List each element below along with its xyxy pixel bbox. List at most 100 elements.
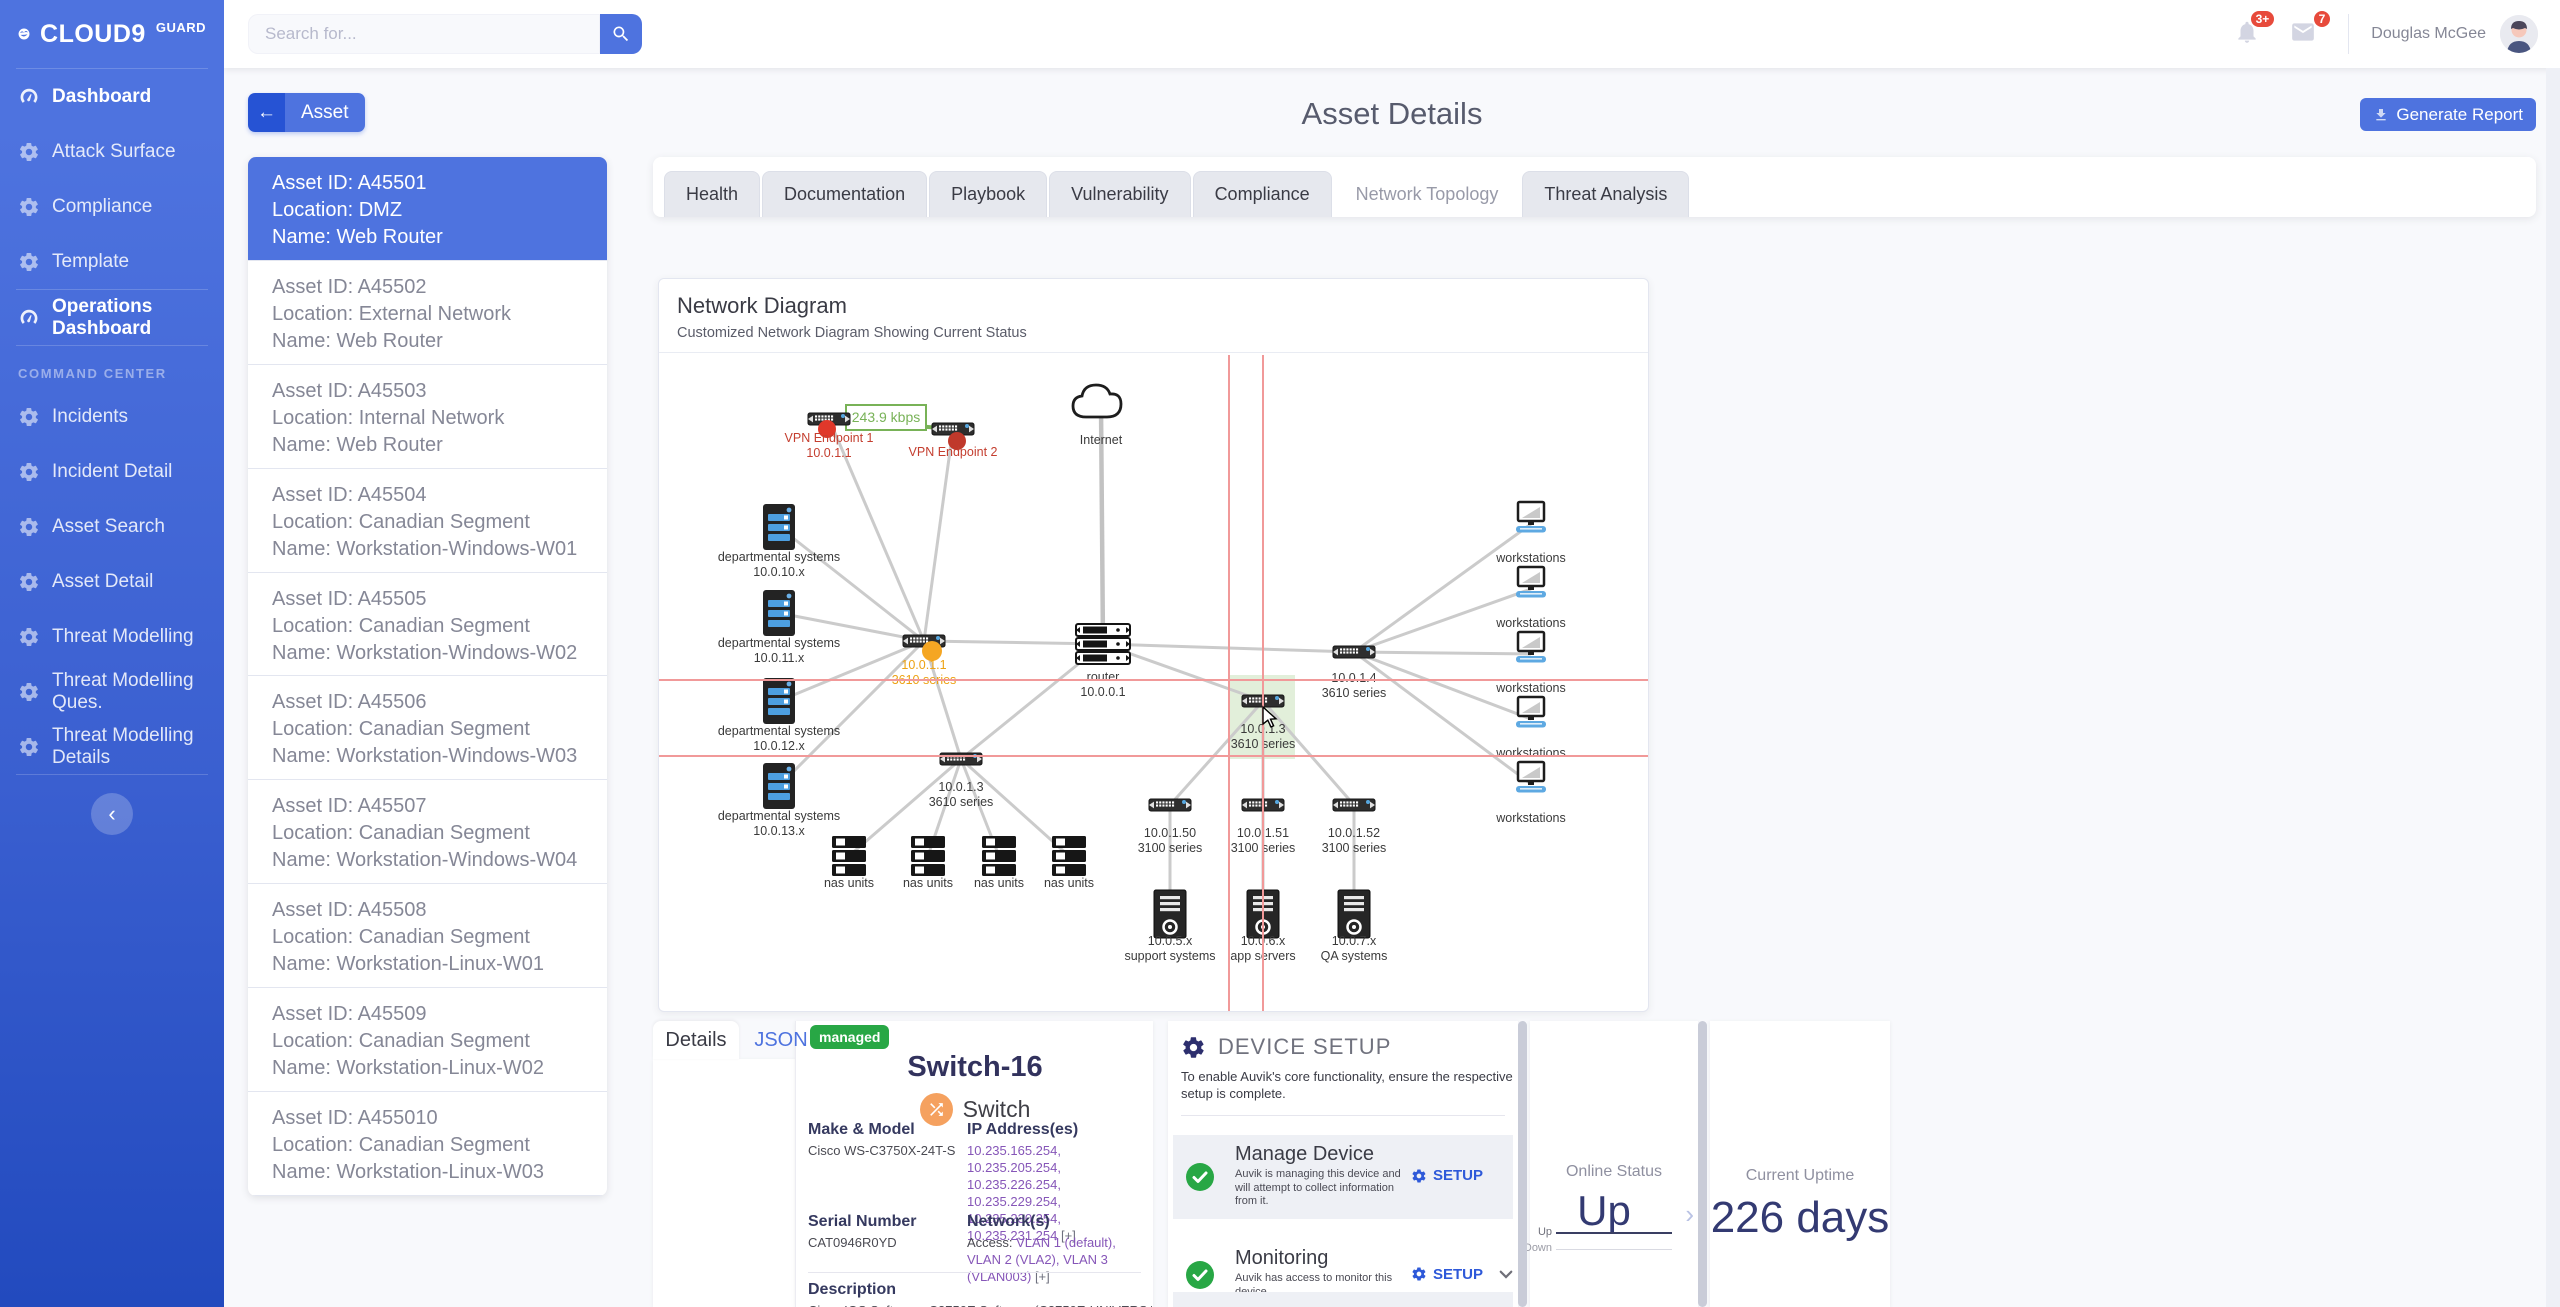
sidebar-item-dashboard[interactable]: Dashboard — [0, 69, 224, 124]
description-label: Description — [808, 1281, 897, 1298]
network-diagram-canvas[interactable]: 243.9 kbpsVPN Endpoint 110.0.1.1 VPN Endp… — [659, 279, 1648, 1011]
svg-text:workstations: workstations — [1495, 681, 1565, 695]
setup-row-partial — [1173, 1292, 1513, 1307]
online-status-label: Online Status — [1565, 1163, 1663, 1180]
svg-text:10.0.12.x: 10.0.12.x — [753, 739, 805, 753]
diagram-node-t7[interactable] — [1337, 889, 1371, 939]
sidebar-item-threat-modelling-ques-[interactable]: Threat Modelling Ques. — [0, 664, 224, 719]
sidebar: CLOUD9 GUARD Dashboard Attack Surface Comp… — [0, 0, 224, 1307]
topbar-divider — [2348, 14, 2350, 54]
search-input[interactable] — [248, 14, 600, 54]
asset-list-item[interactable]: Asset ID: A45509 Location: Canadian Segme… — [248, 988, 607, 1093]
setup-button[interactable]: SETUP — [1411, 1265, 1515, 1283]
sidebar-item-operations-dashboard[interactable]: Operations Dashboard — [0, 290, 224, 345]
panel-scrollbar[interactable] — [1698, 1021, 1707, 1307]
up-line — [1556, 1232, 1672, 1234]
chevron-down-icon[interactable] — [1497, 1265, 1515, 1283]
sidebar-item-attack-surface[interactable]: Attack Surface — [0, 124, 224, 179]
svg-text:10.0.1.1: 10.0.1.1 — [806, 446, 851, 460]
asset-id: Asset ID: A45505 — [272, 587, 427, 610]
tab-playbook[interactable]: Playbook — [929, 171, 1048, 217]
diagram-node-w2[interactable] — [1516, 565, 1546, 598]
sidebar-item-template[interactable]: Template — [0, 234, 224, 289]
asset-name: Name: Workstation-Linux-W03 — [272, 1161, 544, 1184]
diagram-node-router[interactable] — [1075, 623, 1131, 665]
panel-scrollbar[interactable] — [1518, 1021, 1527, 1307]
sidebar-section-heading: COMMAND CENTER — [18, 366, 167, 381]
sidebar-collapse-button[interactable]: ‹ — [91, 793, 133, 835]
asset-list-item[interactable]: Asset ID: A45501 Location: DMZ Name: Web R… — [248, 157, 607, 261]
setup-button[interactable]: SETUP — [1411, 1167, 1483, 1184]
check-circle-icon — [1186, 1261, 1214, 1289]
svg-text:nas units: nas units — [903, 876, 953, 890]
search-bar — [248, 14, 642, 54]
diagram-node-d12[interactable] — [763, 678, 795, 724]
tab-details[interactable]: Details — [653, 1021, 739, 1059]
sidebar-item-compliance[interactable]: Compliance — [0, 179, 224, 234]
chevron-right-icon[interactable]: › — [1685, 1199, 1694, 1230]
diagram-node-sw14[interactable] — [1332, 645, 1376, 659]
sidebar-item-threat-modelling[interactable]: Threat Modelling — [0, 609, 224, 664]
diagram-node-w1[interactable] — [1516, 500, 1546, 533]
diagram-node-w3[interactable] — [1516, 630, 1546, 663]
tab-json[interactable]: JSON — [745, 1021, 817, 1059]
tab-vulnerability[interactable]: Vulnerability — [1049, 171, 1191, 217]
messages-button[interactable]: 7 — [2290, 11, 2331, 49]
gear-icon — [1411, 1168, 1427, 1184]
device-title: Switch-16 — [907, 1051, 1043, 1083]
diagram-node-w5[interactable] — [1516, 760, 1546, 793]
asset-list-item[interactable]: Asset ID: A45505 Location: Canadian Segme… — [248, 573, 607, 677]
page-scrollbar[interactable] — [2546, 68, 2560, 1307]
asset-list-item[interactable]: Asset ID: A455010 Location: Canadian Segm… — [248, 1092, 607, 1196]
avatar[interactable] — [2500, 15, 2538, 53]
svg-text:10.0.0.1: 10.0.0.1 — [1080, 685, 1125, 699]
diagram-node-n3[interactable] — [982, 836, 1016, 876]
tab-documentation[interactable]: Documentation — [762, 171, 928, 217]
tab-network-topology[interactable]: Network Topology — [1333, 171, 1521, 217]
diagram-node-t5[interactable] — [1153, 889, 1187, 939]
diagram-node-n1[interactable] — [832, 836, 866, 876]
sidebar-item-asset-search[interactable]: Asset Search — [0, 499, 224, 554]
tab-threat-analysis[interactable]: Threat Analysis — [1522, 171, 1690, 217]
search-button[interactable] — [600, 14, 642, 54]
asset-list-item[interactable]: Asset ID: A45502 Location: External Netwo… — [248, 261, 607, 365]
sidebar-item-asset-detail[interactable]: Asset Detail — [0, 554, 224, 609]
generate-report-button[interactable]: Generate Report — [2360, 98, 2536, 131]
tab-health[interactable]: Health — [664, 171, 761, 217]
asset-list-item[interactable]: Asset ID: A45504 Location: Canadian Segme… — [248, 469, 607, 573]
asset-list-item[interactable]: Asset ID: A45507 Location: Canadian Segme… — [248, 780, 607, 885]
diagram-node-n4[interactable] — [1052, 836, 1086, 876]
asset-id: Asset ID: A455010 — [272, 1107, 438, 1130]
diagram-node-cloud[interactable] — [1071, 383, 1123, 419]
serial-number-value: CAT0946R0YD — [808, 1235, 897, 1250]
sidebar-item-threat-modelling-details[interactable]: Threat Modelling Details — [0, 719, 224, 774]
tab-compliance[interactable]: Compliance — [1192, 171, 1332, 217]
diagram-node-sw3b[interactable] — [939, 752, 983, 766]
asset-id: Asset ID: A45501 — [272, 172, 427, 194]
generate-report-label: Generate Report — [2396, 104, 2523, 124]
make-model-value: Cisco WS-C3750X-24T-S — [808, 1143, 956, 1158]
diagram-node-s52[interactable] — [1332, 798, 1376, 812]
legend-up-label: Up — [1537, 1226, 1552, 1238]
sidebar-item-label: Threat Modelling Ques. — [52, 669, 194, 713]
diagram-node-d13[interactable] — [763, 763, 795, 809]
diagram-node-d11[interactable] — [763, 590, 795, 636]
sidebar-item-incident-detail[interactable]: Incident Detail — [0, 444, 224, 499]
svg-text:10.0.1.52: 10.0.1.52 — [1328, 826, 1380, 840]
alerts-button[interactable]: 3+ — [2234, 11, 2275, 49]
asset-list-item[interactable]: Asset ID: A45508 Location: Canadian Segme… — [248, 884, 607, 989]
diagram-node-w4[interactable] — [1516, 695, 1546, 728]
sidebar-item-incidents[interactable]: Incidents — [0, 389, 224, 444]
online-status-value: Up — [1577, 1187, 1631, 1234]
diagram-node-d10[interactable] — [763, 504, 795, 550]
back-asset-button[interactable]: ← Asset — [248, 93, 365, 132]
diagram-node-s50[interactable] — [1148, 798, 1192, 812]
asset-list-item[interactable]: Asset ID: A45506 Location: Canadian Segme… — [248, 676, 607, 781]
online-status-panel: Online Status Up › Up Down — [1524, 1021, 1698, 1307]
asset-list-item[interactable]: Asset ID: A45503 Location: Internal Netwo… — [248, 365, 607, 469]
asset-location: Location: Canadian Segment — [272, 1134, 530, 1157]
uptime-panel: Current Uptime 226 days — [1710, 1021, 1890, 1307]
brand[interactable]: CLOUD9 GUARD — [0, 0, 224, 68]
details-left-panel — [653, 1059, 795, 1307]
diagram-node-n2[interactable] — [911, 836, 945, 876]
